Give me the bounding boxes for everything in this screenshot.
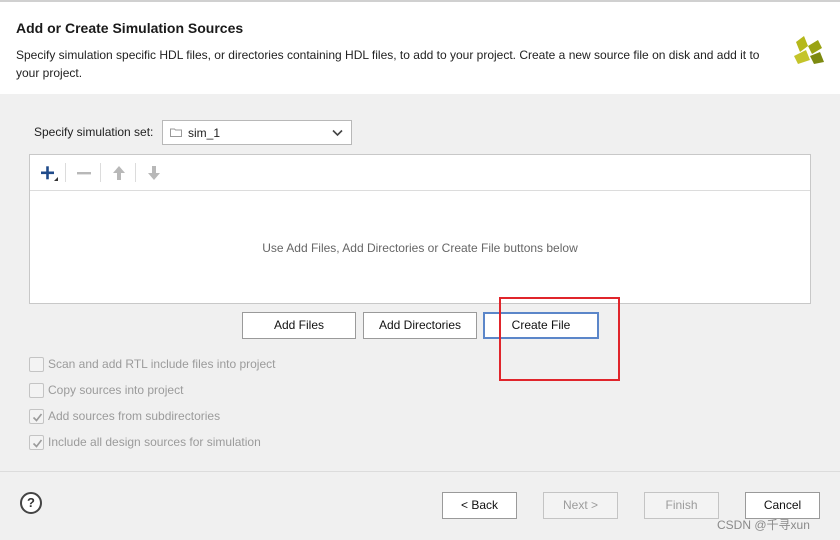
- checkbox: [29, 383, 44, 398]
- option-label: Copy sources into project: [48, 383, 184, 397]
- toolbar-separator: [100, 163, 101, 182]
- page-description: Specify simulation specific HDL files, o…: [16, 48, 760, 80]
- plus-icon[interactable]: [39, 163, 59, 183]
- xilinx-logo-icon: [794, 36, 824, 64]
- empty-list-message: Use Add Files, Add Directories or Create…: [262, 241, 578, 255]
- arrow-down-icon[interactable]: [144, 163, 164, 183]
- checkbox: [29, 357, 44, 372]
- option-label: Scan and add RTL include files into proj…: [48, 357, 276, 371]
- watermark: CSDN @千寻xun: [717, 518, 810, 532]
- add-files-button[interactable]: Add Files: [242, 312, 356, 339]
- finish-button: Finish: [644, 492, 719, 519]
- wizard-header: Add or Create Simulation Sources Specify…: [0, 0, 840, 94]
- minus-icon[interactable]: [74, 163, 94, 183]
- simulation-set-value: sim_1: [188, 126, 221, 140]
- back-button[interactable]: < Back: [442, 492, 517, 519]
- option-label: Include all design sources for simulatio…: [48, 435, 261, 449]
- checkbox: [29, 435, 44, 450]
- help-button[interactable]: ?: [20, 492, 42, 514]
- toolbar-separator: [65, 163, 66, 182]
- simulation-set-select[interactable]: sim_1: [162, 120, 352, 145]
- checkbox: [29, 409, 44, 424]
- checkmark-icon: [32, 439, 43, 448]
- page-title: Add or Create Simulation Sources: [16, 20, 244, 36]
- arrow-up-icon[interactable]: [109, 163, 129, 183]
- cancel-button[interactable]: Cancel: [745, 492, 820, 519]
- folder-icon: [170, 128, 182, 137]
- file-toolbar: [30, 155, 810, 191]
- toolbar-separator: [135, 163, 136, 182]
- add-directories-button[interactable]: Add Directories: [363, 312, 477, 339]
- source-files-panel: Use Add Files, Add Directories or Create…: [29, 154, 811, 304]
- simulation-set-label: Specify simulation set:: [34, 125, 154, 139]
- footer-divider: [0, 471, 840, 472]
- chevron-down-icon: [332, 129, 343, 137]
- next-button: Next >: [543, 492, 618, 519]
- highlight-annotation-box: [499, 297, 620, 381]
- option-label: Add sources from subdirectories: [48, 409, 221, 423]
- checkmark-icon: [32, 413, 43, 422]
